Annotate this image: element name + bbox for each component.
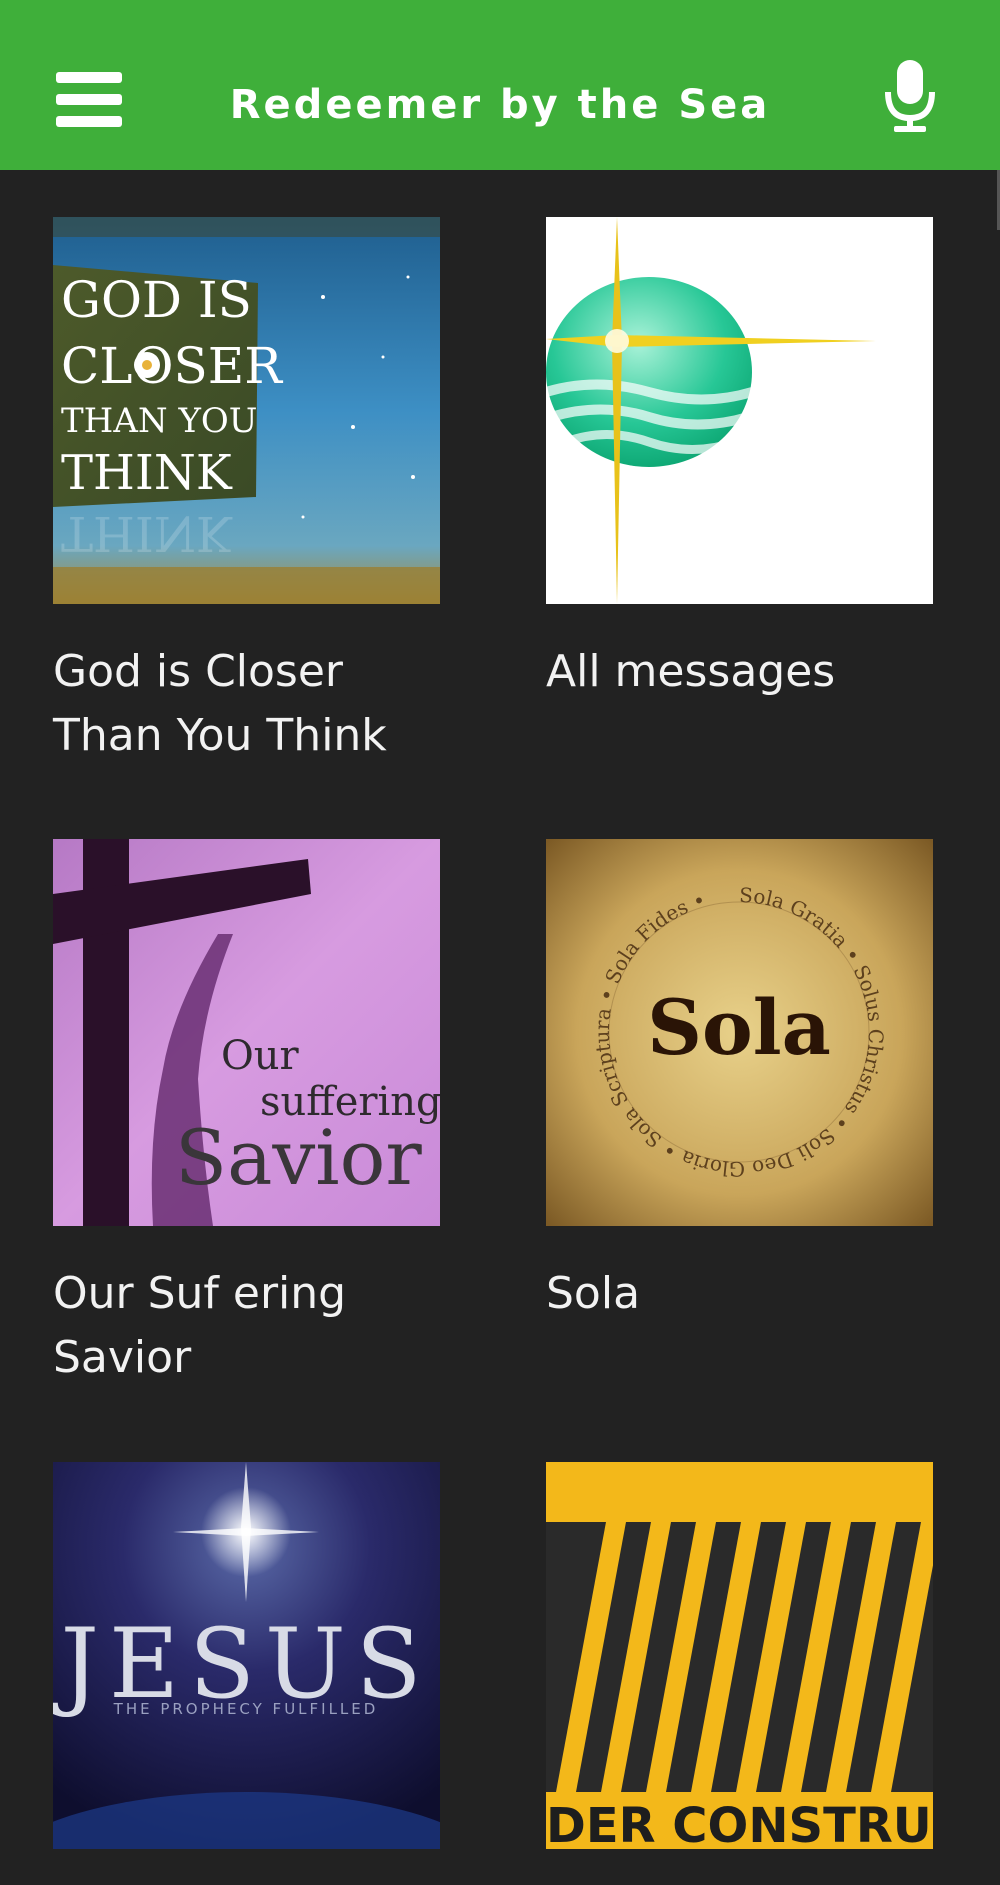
art-text-line: DER CONSTRUCTI [546,1798,933,1849]
app-header: Redeemer by the Sea [0,0,1000,170]
microphone-icon[interactable] [882,58,938,136]
art-text-line: THINK [61,445,233,501]
series-card-sola[interactable]: Sola Gratia • Solus Christus • Soli Deo … [546,839,933,1326]
series-artwork-sola: Sola Gratia • Solus Christus • Soli Deo … [546,839,933,1226]
art-text-line: Our [221,1033,300,1079]
art-text-line: THE PROPHECY FULFILLED [113,1700,379,1718]
art-text-line: Savior [175,1113,422,1202]
art-text-line: Sola [647,983,831,1072]
series-title: God is Closer Than You Think [53,646,387,761]
series-title: Sola [546,1268,641,1319]
art-text-line: GOD IS [61,271,252,329]
svg-text:THINK: THINK [61,505,233,561]
series-artwork-suffering-savior: Our suffering Savior [53,839,440,1226]
series-artwork-under-construction: DER CONSTRUCTI [546,1462,933,1849]
page-title: Redeemer by the Sea [229,82,771,128]
church-logo-image [546,217,933,604]
series-title: Our Suf ering Savior [53,1268,347,1383]
art-text-line: THAN YOU [61,401,257,441]
series-title: All messages [546,646,836,697]
series-artwork-jesus: JESUS THE PROPHECY FULFILLED [53,1462,440,1849]
series-card-all-messages[interactable]: All messages [546,217,933,704]
series-card-under-construction[interactable]: DER CONSTRUCTI [546,1462,933,1885]
series-card-god-is-closer[interactable]: GOD IS CLOSER THAN YOU THINK THINK God i… [53,217,440,768]
series-artwork-god-is-closer: GOD IS CLOSER THAN YOU THINK THINK [53,217,440,604]
series-card-jesus-prophecy[interactable]: JESUS THE PROPHECY FULFILLED [53,1462,440,1885]
art-text-line: CLOSER [61,337,283,395]
series-card-our-suffering-savior[interactable]: Our suffering Savior Our Suf ering Savio… [53,839,440,1390]
